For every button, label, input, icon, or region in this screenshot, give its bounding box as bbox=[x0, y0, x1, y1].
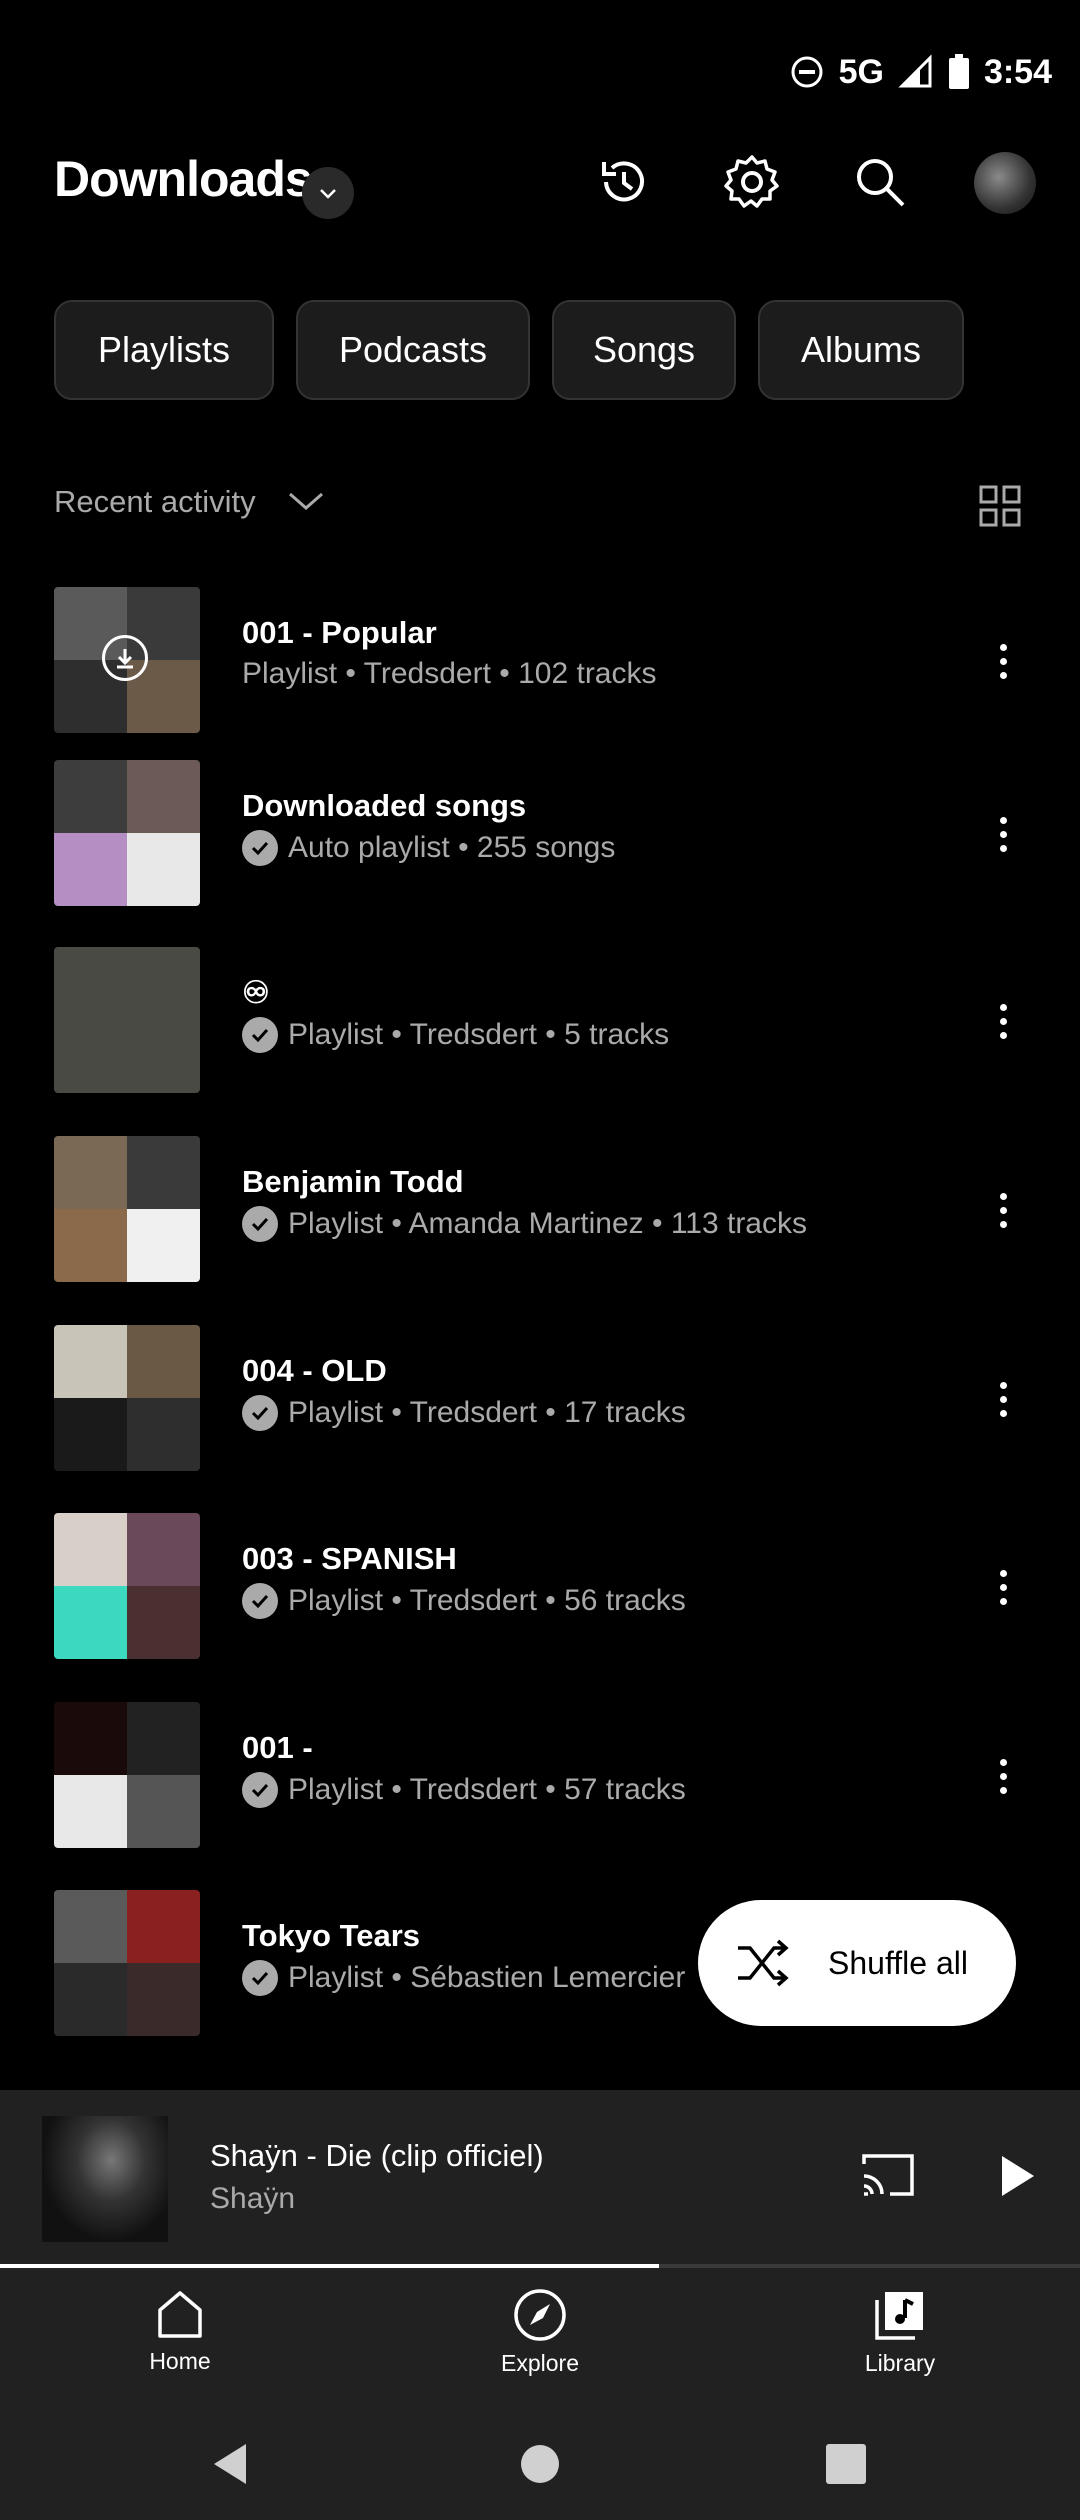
list-item[interactable]: 001 - Playlist • Tredsdert • 57 tracks bbox=[0, 1702, 1080, 1891]
item-title: Downloaded songs bbox=[242, 788, 527, 823]
cast-icon bbox=[862, 2154, 914, 2196]
item-subtitle: Playlist • Tredsdert • 56 tracks bbox=[242, 1583, 686, 1619]
history-button[interactable] bbox=[590, 148, 658, 216]
playlist-thumbnail bbox=[54, 1513, 200, 1659]
downloaded-check-icon bbox=[242, 1395, 278, 1431]
nav-explore[interactable]: Explore bbox=[440, 2288, 640, 2377]
home-circle-icon[interactable] bbox=[520, 2444, 560, 2484]
gear-icon bbox=[724, 155, 779, 208]
page-title: Downloads bbox=[54, 151, 313, 207]
search-button[interactable] bbox=[846, 148, 914, 216]
shuffle-icon bbox=[738, 1939, 789, 1987]
play-button[interactable] bbox=[998, 2154, 1038, 2203]
more-options-button[interactable] bbox=[985, 1369, 1021, 1429]
recents-icon[interactable] bbox=[826, 2444, 866, 2484]
item-title: Benjamin Todd bbox=[242, 1164, 464, 1199]
downloaded-check-icon bbox=[242, 1017, 278, 1053]
avatar[interactable] bbox=[974, 152, 1036, 214]
item-title: 004 - OLD bbox=[242, 1353, 387, 1388]
bottom-nav: Home Explore Library bbox=[0, 2268, 1080, 2408]
playlist-thumbnail bbox=[54, 1890, 200, 2036]
playlist-thumbnail bbox=[54, 760, 200, 906]
more-options-button[interactable] bbox=[985, 1557, 1021, 1617]
title-dropdown-button[interactable] bbox=[302, 167, 354, 219]
playlist-thumbnail bbox=[54, 1136, 200, 1282]
settings-button[interactable] bbox=[718, 148, 786, 216]
cast-button[interactable] bbox=[858, 2150, 918, 2205]
sort-label: Recent activity bbox=[54, 484, 256, 519]
compass-icon bbox=[514, 2289, 566, 2341]
more-options-button[interactable] bbox=[985, 1180, 1021, 1240]
network-label: 5G bbox=[838, 52, 884, 91]
item-title: ♾ bbox=[242, 975, 270, 1010]
shuffle-label: Shuffle all bbox=[828, 1944, 968, 1981]
grid-view-icon bbox=[979, 485, 1021, 527]
grid-view-button[interactable] bbox=[978, 484, 1022, 533]
list-item[interactable]: 003 - SPANISH Playlist • Tredsdert • 56 … bbox=[0, 1513, 1080, 1702]
downloaded-check-icon bbox=[242, 1583, 278, 1619]
mini-player[interactable]: Shaÿn - Die (clip officiel) Shaÿn bbox=[0, 2090, 1080, 2266]
playlist-thumbnail bbox=[54, 947, 200, 1093]
shuffle-all-button[interactable]: Shuffle all bbox=[698, 1900, 1016, 2026]
more-options-button[interactable] bbox=[985, 1746, 1021, 1806]
battery-icon bbox=[948, 54, 969, 89]
playlist-thumbnail bbox=[54, 1702, 200, 1848]
downloaded-check-icon bbox=[242, 1960, 278, 1996]
playlist-thumbnail bbox=[54, 1325, 200, 1471]
do-not-disturb-icon bbox=[791, 56, 823, 88]
list-item[interactable]: Benjamin Todd Playlist • Amanda Martinez… bbox=[0, 1136, 1080, 1325]
signal-icon bbox=[898, 54, 932, 88]
list-item[interactable]: 004 - OLD Playlist • Tredsdert • 17 trac… bbox=[0, 1325, 1080, 1514]
item-subtitle: Playlist • Sébastien Lemercier bbox=[242, 1960, 685, 1996]
item-title: 001 - bbox=[242, 1730, 313, 1765]
item-subtitle: Playlist • Tredsdert • 5 tracks bbox=[242, 1017, 669, 1053]
sort-dropdown[interactable]: Recent activity bbox=[54, 484, 326, 520]
downloaded-check-icon bbox=[242, 1772, 278, 1808]
now-playing-title: Shaÿn - Die (clip officiel) bbox=[210, 2138, 544, 2173]
item-subtitle: Playlist • Tredsdert • 17 tracks bbox=[242, 1395, 686, 1431]
download-progress-icon bbox=[102, 635, 148, 681]
chip-podcasts[interactable]: Podcasts bbox=[296, 300, 530, 400]
back-icon[interactable] bbox=[210, 2442, 250, 2486]
item-subtitle: Playlist • Tredsdert • 102 tracks bbox=[242, 657, 657, 690]
more-options-button[interactable] bbox=[985, 631, 1021, 691]
home-icon bbox=[158, 2291, 202, 2338]
clock: 3:54 bbox=[983, 52, 1052, 91]
item-title: 001 - Popular bbox=[242, 615, 437, 650]
downloaded-check-icon bbox=[242, 1206, 278, 1242]
list-item[interactable]: Downloaded songs Auto playlist • 255 son… bbox=[0, 760, 1080, 949]
nav-home[interactable]: Home bbox=[80, 2288, 280, 2375]
chevron-down-icon bbox=[320, 189, 336, 199]
nav-library[interactable]: Library bbox=[800, 2288, 1000, 2377]
chevron-down-icon bbox=[288, 492, 323, 510]
nav-explore-label: Explore bbox=[501, 2350, 579, 2376]
search-icon bbox=[857, 159, 905, 207]
item-title: 003 - SPANISH bbox=[242, 1541, 457, 1576]
now-playing-artist: Shaÿn bbox=[210, 2182, 296, 2215]
more-options-button[interactable] bbox=[985, 991, 1021, 1051]
play-icon bbox=[1002, 2156, 1034, 2196]
system-nav-bar bbox=[0, 2408, 1080, 2520]
library-icon bbox=[875, 2292, 923, 2340]
chip-playlists[interactable]: Playlists bbox=[54, 300, 274, 400]
chip-songs[interactable]: Songs bbox=[552, 300, 736, 400]
downloaded-check-icon bbox=[242, 830, 278, 866]
item-subtitle: Playlist • Tredsdert • 57 tracks bbox=[242, 1772, 686, 1808]
item-subtitle: Playlist • Amanda Martinez • 113 tracks bbox=[242, 1206, 807, 1242]
list-item[interactable]: ♾ Playlist • Tredsdert • 5 tracks bbox=[0, 947, 1080, 1136]
now-playing-thumbnail bbox=[42, 2116, 168, 2242]
nav-library-label: Library bbox=[864, 2350, 936, 2376]
item-title: Tokyo Tears bbox=[242, 1918, 421, 1953]
status-bar: 5G 3:54 bbox=[789, 48, 1052, 96]
chip-albums[interactable]: Albums bbox=[758, 300, 964, 400]
list-item[interactable]: 001 - Popular Playlist • Tredsdert • 102… bbox=[0, 587, 1080, 776]
history-icon bbox=[602, 161, 644, 202]
more-options-button[interactable] bbox=[985, 804, 1021, 864]
nav-home-label: Home bbox=[149, 2348, 211, 2374]
item-subtitle: Auto playlist • 255 songs bbox=[242, 830, 615, 866]
